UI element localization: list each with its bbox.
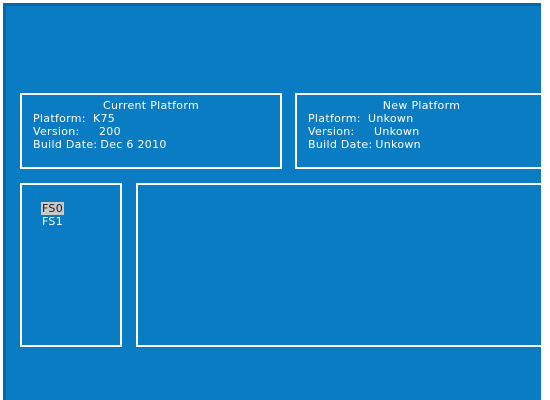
file-browser-panel[interactable]	[136, 183, 548, 347]
new-platform-title: New Platform	[382, 99, 461, 112]
current-build-label: Build Date:	[33, 138, 98, 151]
new-build-value: Unkown	[375, 138, 421, 151]
current-platform-panel: Current Platform Platform: K75 Version: …	[20, 93, 282, 169]
new-version-value: Unkown	[374, 125, 420, 138]
current-platform-label: Platform:	[33, 112, 86, 125]
filesystem-list: FS0 FS1	[41, 202, 65, 228]
filesystem-item-fs1[interactable]: FS1	[41, 215, 64, 228]
filesystem-list-panel: FS0 FS1	[20, 183, 122, 347]
current-version-label: Version:	[33, 125, 80, 138]
new-version-row: Version: Unkown	[297, 125, 546, 138]
new-platform-value: Unkown	[368, 112, 414, 125]
current-build-row: Build Date: Dec 6 2010	[22, 138, 280, 151]
filesystem-item-fs0[interactable]: FS0	[41, 202, 65, 215]
new-build-label: Build Date:	[308, 138, 373, 151]
current-build-value: Dec 6 2010	[100, 138, 167, 151]
current-platform-title: Current Platform	[102, 99, 199, 112]
new-build-row: Build Date: Unkown	[297, 138, 546, 151]
current-platform-row: Platform: K75	[22, 112, 280, 125]
new-platform-panel: New Platform Platform: Unkown Version: U…	[295, 93, 548, 169]
current-version-row: Version: 200	[22, 125, 280, 138]
new-platform-row: Platform: Unkown	[297, 112, 546, 125]
new-platform-label: Platform:	[308, 112, 361, 125]
bios-setup-window: Current Platform Platform: K75 Version: …	[3, 3, 548, 400]
current-version-value: 200	[99, 125, 121, 138]
new-version-label: Version:	[308, 125, 355, 138]
screen: Current Platform Platform: K75 Version: …	[0, 0, 550, 400]
current-platform-value: K75	[93, 112, 116, 125]
